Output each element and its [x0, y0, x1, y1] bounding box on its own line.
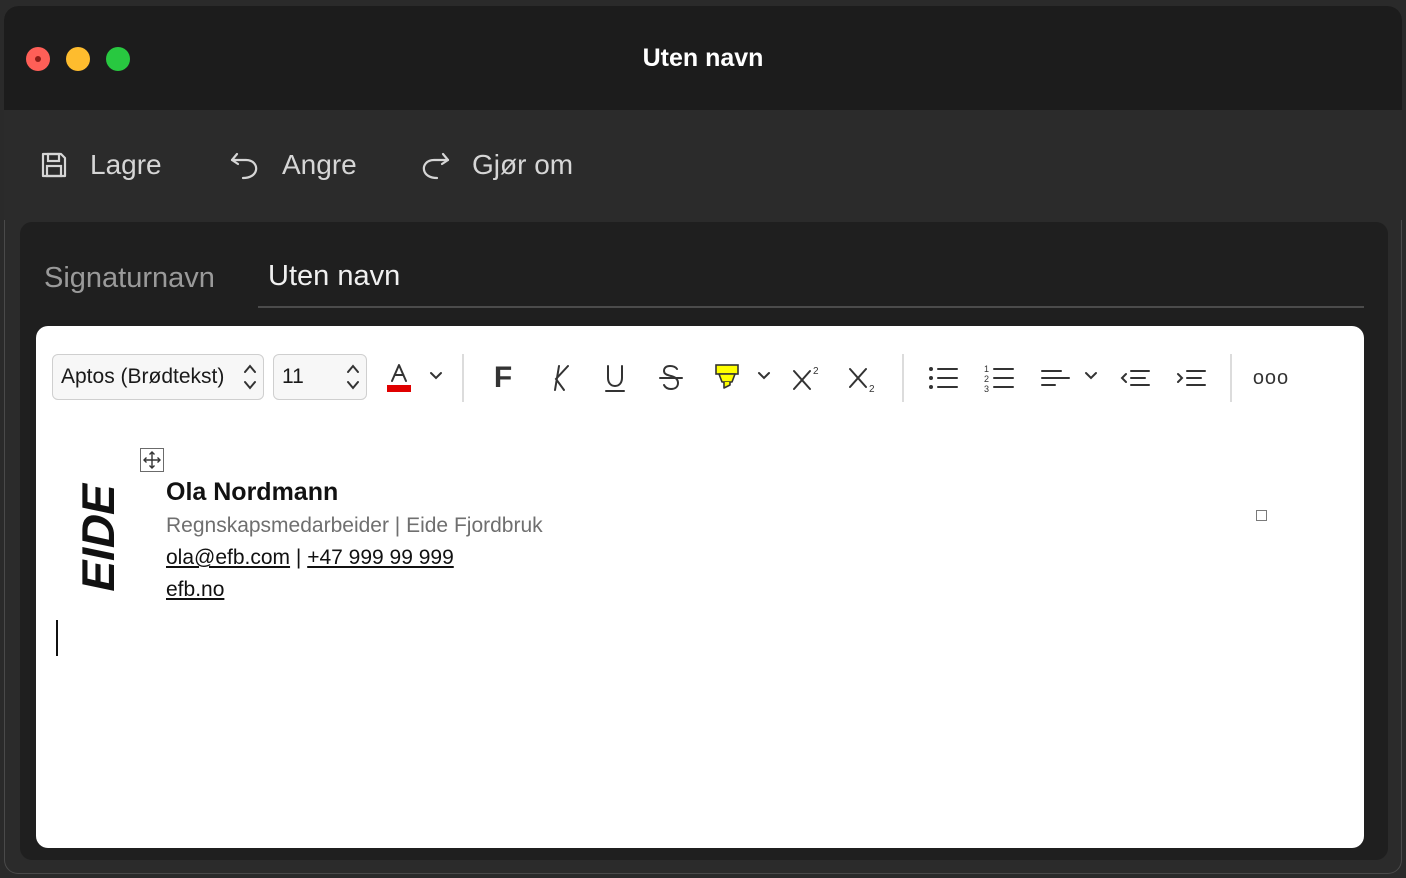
decrease-indent-icon: [1120, 370, 1150, 386]
numbered-list-button[interactable]: 1 2 3: [979, 358, 1019, 398]
underline-button[interactable]: [595, 358, 635, 398]
strikethrough-button[interactable]: [651, 358, 691, 398]
undo-label: Angre: [282, 149, 357, 180]
signature-body-editor[interactable]: Aptos (Brødtekst) 11 F 2 2 1 2 3 ooo EID…: [36, 326, 1364, 848]
redo-label: Gjør om: [472, 149, 574, 180]
email-link[interactable]: ola@efb.com: [166, 546, 290, 569]
save-label: Lagre: [90, 149, 162, 180]
align-button[interactable]: [1035, 358, 1075, 398]
signature-contact-line: ola@efb.com | +47 999 99 999: [166, 546, 454, 570]
svg-text:2: 2: [984, 374, 989, 384]
numbered-list-icon: 1 2 3: [984, 364, 1014, 393]
bulleted-list-button[interactable]: [923, 358, 963, 398]
superscript-button[interactable]: 2: [787, 358, 827, 398]
title-bar: Uten navn: [4, 6, 1402, 110]
bullet-list-icon: [929, 367, 958, 389]
save-icon: [41, 152, 67, 178]
increase-indent-button[interactable]: [1171, 358, 1211, 398]
svg-text:2: 2: [869, 384, 875, 393]
more-options-button[interactable]: ooo: [1251, 358, 1291, 398]
signature-name: Ola Nordmann: [166, 478, 339, 506]
window-title: Uten navn: [642, 44, 764, 72]
italic-icon: [554, 365, 569, 391]
contact-separator: |: [295, 546, 302, 569]
signature-role: Regnskapsmedarbeider | Eide Fjordbruk: [166, 514, 543, 537]
toolbar-divider: [902, 354, 904, 402]
save-button[interactable]: Lagre: [38, 140, 162, 190]
signature-content[interactable]: EIDE Ola Nordmann Regnskapsmedarbeider |…: [36, 426, 1364, 846]
bold-button[interactable]: F: [483, 358, 523, 398]
signature-name-label: Signaturnavn: [44, 262, 215, 294]
font-size-select[interactable]: 11: [273, 354, 367, 400]
redo-icon: [422, 152, 450, 180]
undo-button[interactable]: Angre: [228, 140, 357, 190]
subscript-icon: 2: [849, 368, 875, 393]
toolbar-divider: [462, 354, 464, 402]
font-family-select[interactable]: Aptos (Brødtekst): [52, 354, 264, 400]
subscript-button[interactable]: 2: [843, 358, 883, 398]
font-size-value: 11: [282, 365, 304, 388]
align-left-icon: [1041, 370, 1070, 386]
highlight-button[interactable]: [707, 358, 747, 398]
increase-indent-icon: [1177, 370, 1206, 386]
phone-link[interactable]: +47 999 99 999: [307, 546, 454, 569]
highlight-dropdown-chevron-icon[interactable]: [756, 366, 772, 386]
highlighter-icon: [715, 364, 739, 389]
decrease-indent-button[interactable]: [1115, 358, 1155, 398]
redo-button[interactable]: Gjør om: [418, 140, 573, 190]
stepper-icon: [347, 364, 359, 390]
font-color-dropdown-chevron-icon[interactable]: [428, 366, 444, 386]
font-color-icon: [387, 364, 411, 392]
formatting-toolbar: Aptos (Brødtekst) 11 F 2 2 1 2 3 ooo: [36, 326, 1364, 426]
undo-icon: [230, 152, 258, 180]
italic-button[interactable]: [539, 358, 579, 398]
superscript-icon: 2: [793, 366, 819, 390]
underline-icon: [605, 365, 625, 392]
strikethrough-icon: [659, 364, 683, 391]
signature-panel: Signaturnavn Uten navn Aptos (Brødtekst)…: [20, 222, 1388, 860]
command-bar: Lagre Angre Gjør om: [4, 110, 1402, 220]
signature-name-input[interactable]: Uten navn: [258, 248, 1364, 308]
stepper-icon: [244, 364, 256, 390]
move-icon: [143, 451, 161, 469]
font-color-button[interactable]: [379, 358, 419, 398]
font-family-value: Aptos (Brødtekst): [61, 365, 225, 388]
table-move-handle[interactable]: [140, 448, 164, 472]
svg-text:3: 3: [984, 384, 989, 393]
align-dropdown-chevron-icon[interactable]: [1083, 366, 1099, 386]
table-resize-handle[interactable]: [1256, 510, 1267, 521]
text-caret: [56, 620, 58, 656]
eide-logo: EIDE: [76, 482, 120, 596]
toolbar-divider: [1230, 354, 1232, 402]
website-link[interactable]: efb.no: [166, 578, 224, 602]
svg-text:2: 2: [813, 366, 819, 377]
svg-text:1: 1: [984, 364, 989, 374]
logo-text: EIDE: [76, 482, 120, 596]
signature-editor-window: Uten navn Lagre Angre Gjør om Signaturna…: [4, 6, 1402, 874]
